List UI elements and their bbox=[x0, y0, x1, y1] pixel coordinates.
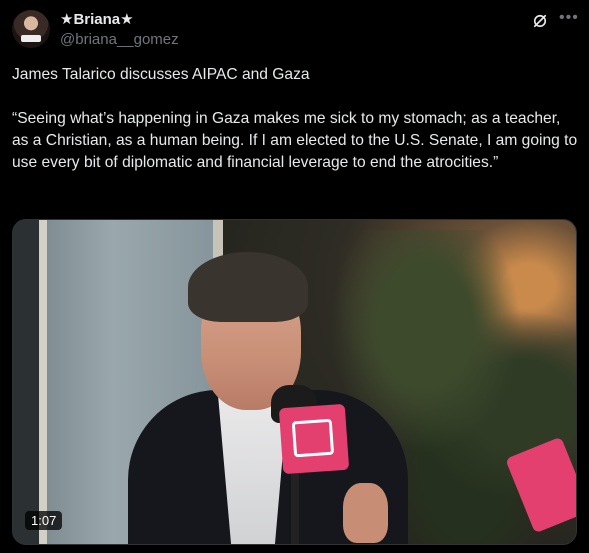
display-name[interactable]: ★Briana★ bbox=[60, 10, 134, 28]
video-duration-badge: 1:07 bbox=[25, 511, 63, 530]
tweet-text: James Talarico discusses AIPAC and Gaza … bbox=[12, 64, 580, 174]
tweet-text-line: James Talarico discusses AIPAC and Gaza bbox=[12, 66, 310, 83]
author-handle[interactable]: @briana__gomez bbox=[60, 31, 179, 48]
avatar[interactable] bbox=[12, 10, 50, 48]
tweet: ★Briana★ @briana__gomez ••• James Talari… bbox=[0, 0, 589, 553]
grok-icon[interactable] bbox=[531, 12, 549, 30]
tweet-quote: “Seeing what’s happening in Gaza makes m… bbox=[12, 110, 578, 171]
mic-flag-logo bbox=[278, 403, 350, 475]
video-player[interactable]: 1:07 bbox=[12, 219, 577, 545]
author-name-row: ★Briana★ bbox=[60, 10, 134, 28]
more-icon[interactable]: ••• bbox=[559, 9, 579, 27]
